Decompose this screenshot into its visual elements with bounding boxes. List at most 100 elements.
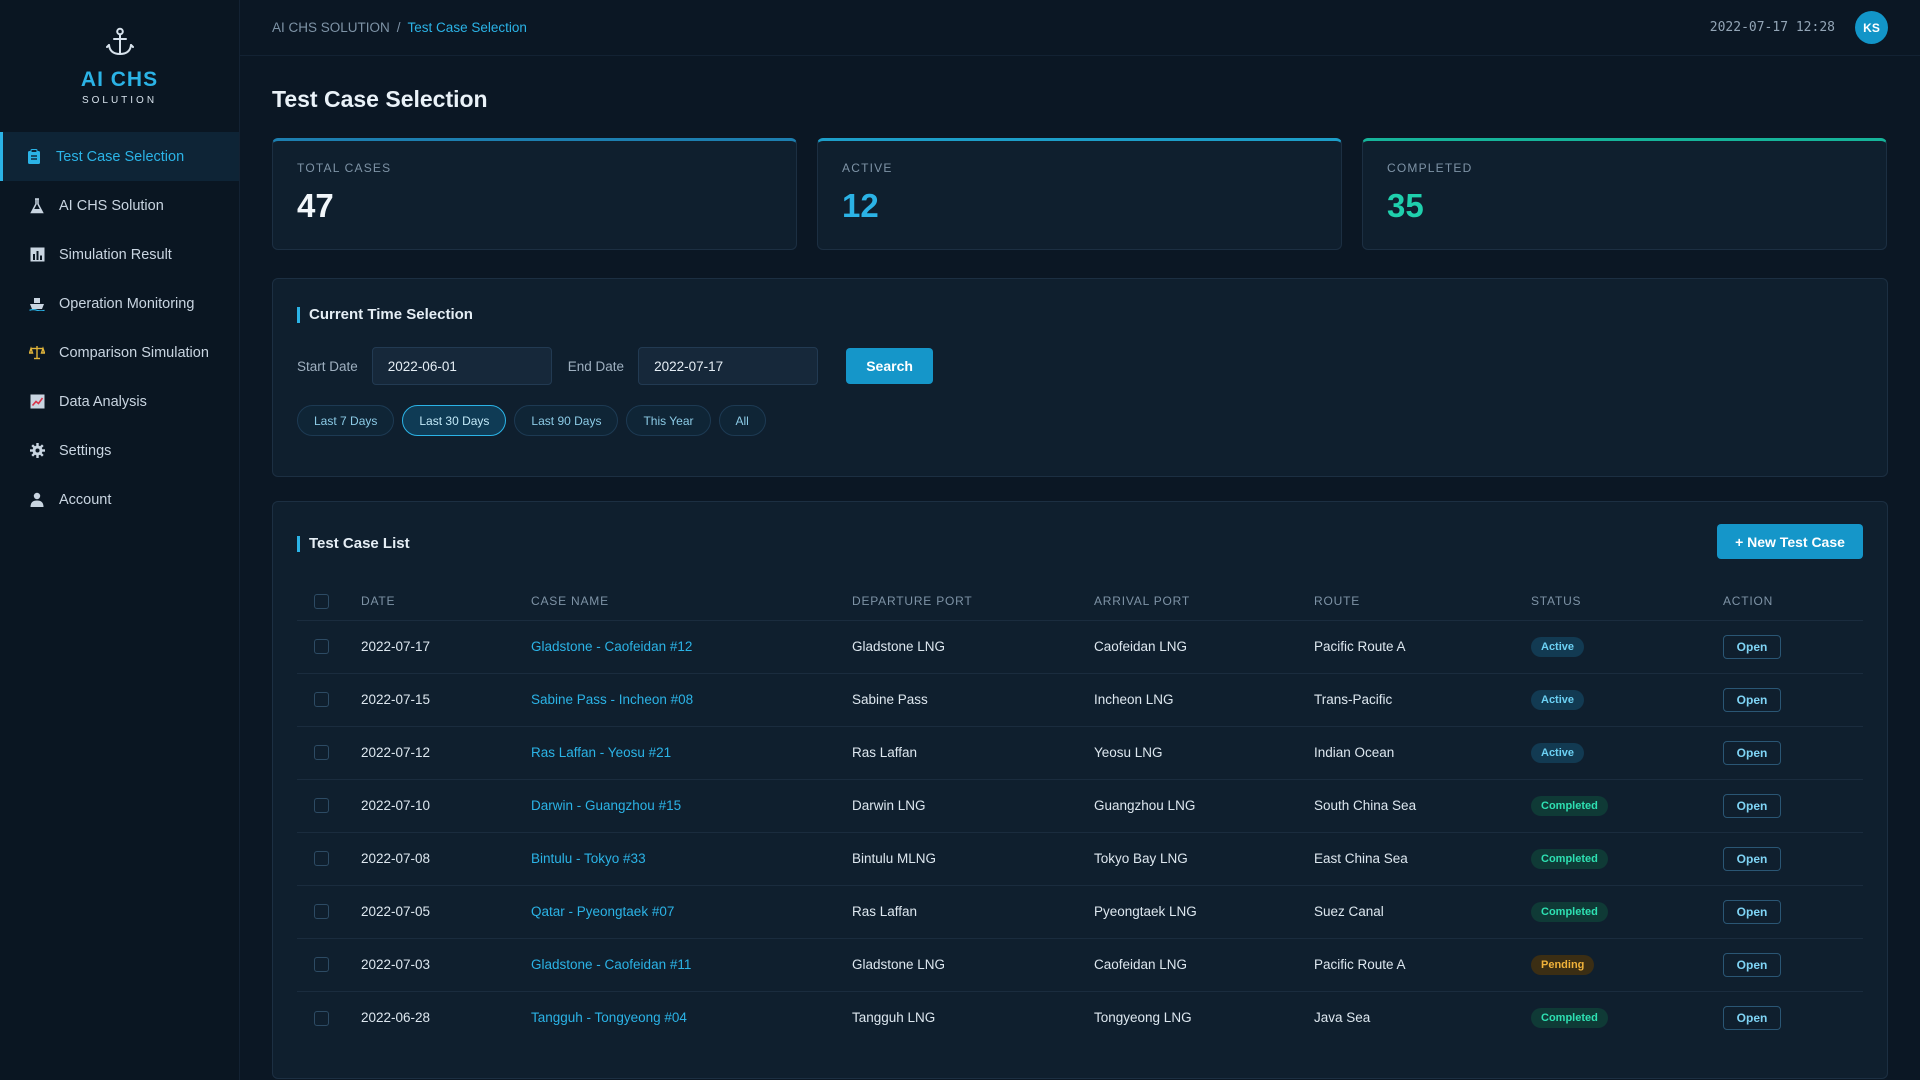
sidebar-item-ai-chs-solution[interactable]: AI CHS Solution: [0, 181, 239, 230]
table-row[interactable]: 2022-07-15 Sabine Pass - Incheon #08 Sab…: [297, 673, 1863, 726]
cell-status: Completed: [1531, 832, 1723, 885]
column-header-route[interactable]: ROUTE: [1314, 583, 1531, 620]
start-date-input[interactable]: [371, 347, 552, 385]
breadcrumb-root[interactable]: AI CHS SOLUTION: [272, 20, 390, 35]
table-row[interactable]: 2022-07-10 Darwin - Guangzhou #15 Darwin…: [297, 779, 1863, 832]
sidebar-item-comparison-simulation[interactable]: Comparison Simulation: [0, 328, 239, 377]
open-button[interactable]: Open: [1723, 899, 1781, 924]
sidebar-item-operation-monitoring[interactable]: Operation Monitoring: [0, 279, 239, 328]
cell-status: Pending: [1531, 938, 1723, 991]
cell-date: 2022-07-08: [361, 851, 431, 866]
cell-date: 2022-07-10: [361, 798, 431, 813]
table-row[interactable]: 2022-07-03 Gladstone - Caofeidan #11 Gla…: [297, 938, 1863, 991]
table-row[interactable]: 2022-07-05 Qatar - Pyeongtaek #07 Ras La…: [297, 885, 1863, 938]
column-header-case-name[interactable]: CASE NAME: [531, 583, 852, 620]
breadcrumb: AI CHS SOLUTION / Test Case Selection: [272, 20, 527, 35]
end-date-input[interactable]: [638, 347, 819, 385]
row-checkbox[interactable]: [314, 745, 329, 761]
case-name-link[interactable]: Sabine Pass - Incheon #08: [531, 692, 693, 707]
cell-arrival-port: Caofeidan LNG: [1094, 639, 1188, 654]
test-case-table: DATE CASE NAME DEPARTURE PORT ARRIVAL PO…: [297, 583, 1863, 1044]
sidebar-item-label: Account: [59, 491, 112, 508]
table-row[interactable]: 2022-07-08 Bintulu - Tokyo #33 Bintulu M…: [297, 832, 1863, 885]
table-row[interactable]: 2022-07-12 Ras Laffan - Yeosu #21 Ras La…: [297, 726, 1863, 779]
cell-arrival-port: Caofeidan LNG: [1094, 957, 1188, 972]
cell-case-name: Gladstone - Caofeidan #11: [531, 938, 852, 991]
sidebar-item-account[interactable]: Account: [0, 475, 239, 524]
main-content: Test Case Selection TOTAL CASES 47 ACTIV…: [272, 56, 1888, 1079]
stat-label: ACTIVE: [842, 161, 893, 175]
sidebar-item-label: Test Case Selection: [56, 148, 185, 165]
avatar[interactable]: KS: [1855, 11, 1888, 44]
cell-date: 2022-07-17: [361, 639, 431, 654]
case-name-link[interactable]: Gladstone - Caofeidan #11: [531, 957, 691, 972]
chip-all[interactable]: All: [718, 405, 766, 436]
row-checkbox[interactable]: [314, 957, 329, 973]
column-header-departure-port[interactable]: DEPARTURE PORT: [852, 583, 1094, 620]
case-name-link[interactable]: Bintulu - Tokyo #33: [531, 851, 646, 866]
sidebar-item-data-analysis[interactable]: Data Analysis: [0, 377, 239, 426]
flask-icon: [29, 197, 45, 214]
table-row[interactable]: 2022-07-17 Gladstone - Caofeidan #12 Gla…: [297, 620, 1863, 673]
select-all-cell: [297, 583, 361, 620]
row-checkbox[interactable]: [314, 1010, 329, 1026]
table-header-row: DATE CASE NAME DEPARTURE PORT ARRIVAL PO…: [297, 583, 1863, 620]
open-button[interactable]: Open: [1723, 634, 1781, 659]
table-row[interactable]: 2022-06-28 Tangguh - Tongyeong #04 Tangg…: [297, 991, 1863, 1044]
new-test-case-button[interactable]: + New Test Case: [1717, 524, 1863, 559]
app-logo[interactable]: AI CHS SOLUTION: [0, 0, 239, 132]
test-case-list-panel: Test Case List + New Test Case DATE CASE…: [272, 501, 1888, 1079]
column-header-status[interactable]: STATUS: [1531, 583, 1723, 620]
cell-arrival-port: Tokyo Bay LNG: [1094, 851, 1188, 866]
sidebar-item-settings[interactable]: Settings: [0, 426, 239, 475]
line-chart-icon: [29, 394, 45, 410]
row-checkbox[interactable]: [314, 851, 329, 867]
cell-route: Trans-Pacific: [1314, 692, 1393, 707]
stat-label: COMPLETED: [1387, 161, 1473, 175]
cell-date: 2022-06-28: [361, 1010, 431, 1026]
stat-card-completed: COMPLETED 35: [1362, 138, 1887, 250]
select-all-checkbox[interactable]: [314, 593, 329, 609]
case-name-link[interactable]: Ras Laffan - Yeosu #21: [531, 745, 671, 760]
cell-action: Open: [1723, 938, 1863, 991]
row-checkbox[interactable]: [314, 692, 329, 708]
case-name-link[interactable]: Gladstone - Caofeidan #12: [531, 639, 692, 654]
case-name-link[interactable]: Darwin - Guangzhou #15: [531, 798, 681, 813]
row-checkbox[interactable]: [314, 798, 329, 814]
case-name-link[interactable]: Qatar - Pyeongtaek #07: [531, 904, 674, 919]
open-button[interactable]: Open: [1723, 793, 1781, 818]
status-badge: Completed: [1531, 901, 1608, 922]
chip-last-7-days[interactable]: Last 7 Days: [297, 405, 395, 436]
stat-value: 12: [842, 187, 879, 224]
sidebar-item-label: Operation Monitoring: [59, 295, 195, 312]
search-button[interactable]: Search: [846, 348, 934, 384]
row-checkbox[interactable]: [314, 904, 329, 920]
open-button[interactable]: Open: [1723, 687, 1781, 712]
end-date-label: End Date: [567, 358, 625, 374]
cell-status: Active: [1531, 673, 1723, 726]
open-button[interactable]: Open: [1723, 1005, 1781, 1030]
cell-status: Completed: [1531, 991, 1723, 1044]
cell-action: Open: [1723, 885, 1863, 938]
cell-route: Pacific Route A: [1314, 957, 1406, 972]
sidebar-item-test-case-selection[interactable]: Test Case Selection: [0, 132, 239, 181]
cell-route: Suez Canal: [1314, 904, 1384, 919]
column-header-date[interactable]: DATE: [361, 583, 531, 620]
sidebar-item-simulation-result[interactable]: Simulation Result: [0, 230, 239, 279]
cell-case-name: Gladstone - Caofeidan #12: [531, 620, 852, 673]
open-button[interactable]: Open: [1723, 952, 1781, 977]
cell-action: Open: [1723, 726, 1863, 779]
column-header-arrival-port[interactable]: ARRIVAL PORT: [1094, 583, 1314, 620]
cell-date: 2022-07-03: [361, 957, 431, 972]
chip-last-90-days[interactable]: Last 90 Days: [514, 405, 619, 436]
chip-last-30-days[interactable]: Last 30 Days: [402, 405, 507, 436]
row-checkbox[interactable]: [314, 639, 329, 655]
open-button[interactable]: Open: [1723, 846, 1781, 871]
case-name-link[interactable]: Tangguh - Tongyeong #04: [531, 1010, 687, 1025]
list-header: Test Case List + New Test Case: [297, 524, 1863, 559]
chip-this-year[interactable]: This Year: [626, 405, 711, 436]
open-button[interactable]: Open: [1723, 740, 1781, 765]
status-badge: Active: [1531, 689, 1585, 710]
sidebar-item-label: AI CHS Solution: [59, 197, 164, 214]
row-select-cell: [297, 673, 361, 726]
